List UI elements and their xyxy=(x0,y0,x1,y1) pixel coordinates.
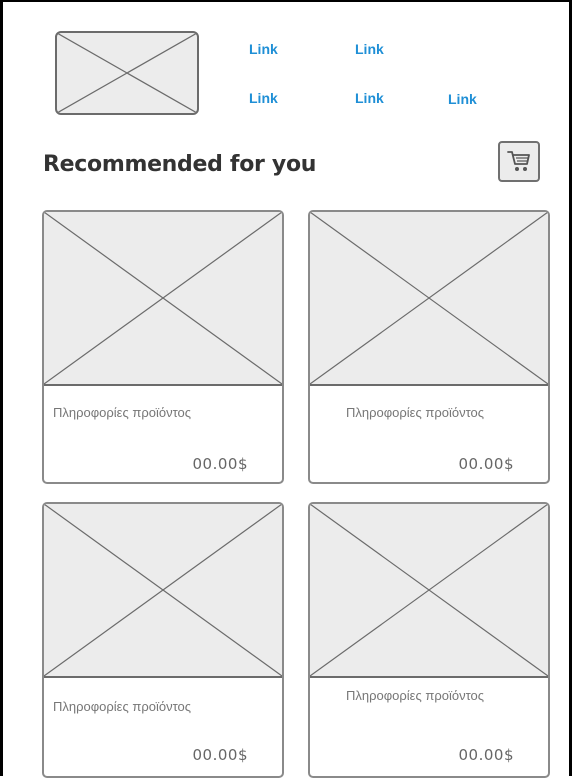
product-card[interactable]: Πληροφορίες προϊόντος 00.00$ xyxy=(308,210,550,484)
product-price: 00.00$ xyxy=(192,455,248,473)
image-placeholder-icon xyxy=(44,504,282,676)
nav-link-2[interactable]: Link xyxy=(355,41,384,57)
nav-link-1[interactable]: Link xyxy=(249,41,278,57)
product-info: Πληροφορίες προϊόντος xyxy=(346,688,485,703)
product-card[interactable]: Πληροφορίες προϊόντος 00.00$ xyxy=(42,210,284,484)
image-placeholder-icon xyxy=(57,33,197,113)
image-placeholder-icon xyxy=(44,212,282,384)
product-image-placeholder xyxy=(44,504,282,678)
product-image-placeholder xyxy=(44,212,282,386)
product-price: 00.00$ xyxy=(458,455,514,473)
cart-button[interactable] xyxy=(498,141,540,182)
product-info: Πληροφορίες προϊόντος xyxy=(53,405,192,420)
product-card[interactable]: Πληροφορίες προϊόντος 00.00$ xyxy=(42,502,284,778)
page-frame: Link Link Link Link Link Recommended for… xyxy=(0,0,572,778)
product-info: Πληροφορίες προϊόντος xyxy=(346,405,485,420)
nav-link-3[interactable]: Link xyxy=(249,90,278,106)
nav-link-4[interactable]: Link xyxy=(355,90,384,106)
product-price: 00.00$ xyxy=(458,746,514,764)
shopping-cart-icon xyxy=(507,151,530,171)
section-title: Recommended for you xyxy=(43,152,317,177)
logo-placeholder[interactable] xyxy=(55,31,199,115)
product-image-placeholder xyxy=(310,212,548,386)
product-info: Πληροφορίες προϊόντος xyxy=(53,699,192,714)
product-card[interactable]: Πληροφορίες προϊόντος 00.00$ xyxy=(308,502,550,778)
image-placeholder-icon xyxy=(310,212,548,384)
nav-link-5[interactable]: Link xyxy=(448,91,477,107)
image-placeholder-icon xyxy=(310,504,548,676)
product-image-placeholder xyxy=(310,504,548,678)
product-price: 00.00$ xyxy=(192,746,248,764)
